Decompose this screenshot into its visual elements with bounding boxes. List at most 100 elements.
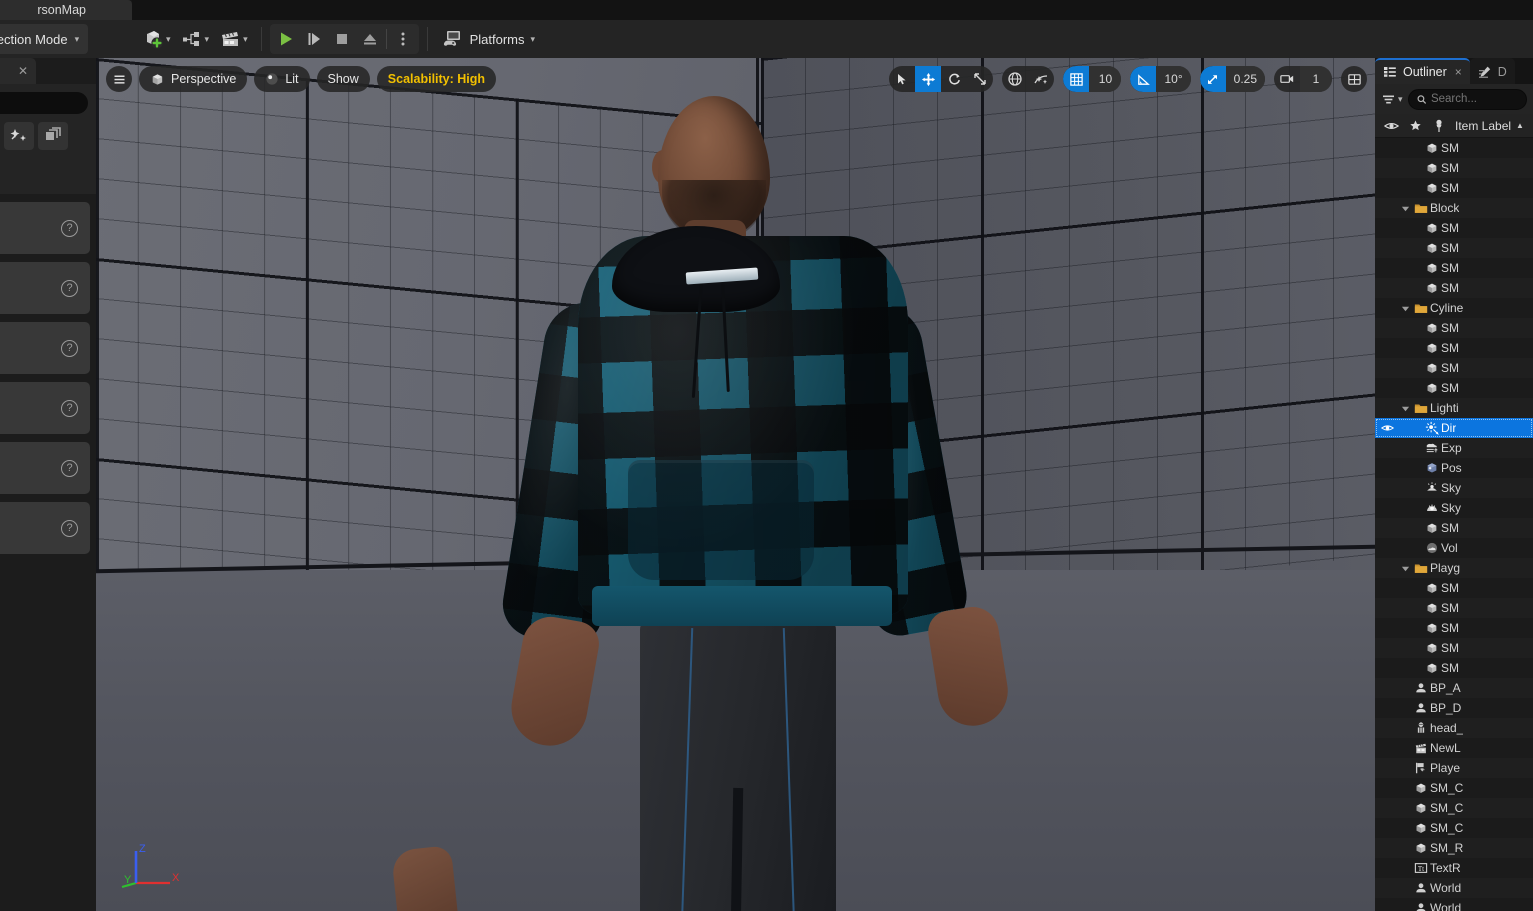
- column-item-label[interactable]: Item Label ▲: [1451, 119, 1533, 133]
- column-visibility[interactable]: [1379, 120, 1403, 132]
- list-item[interactable]: ?: [0, 262, 90, 314]
- outliner-row[interactable]: SM: [1375, 518, 1533, 538]
- outliner-row[interactable]: SM: [1375, 258, 1533, 278]
- expand-arrow-icon[interactable]: [1399, 304, 1412, 313]
- outliner-row[interactable]: SM: [1375, 278, 1533, 298]
- search-input[interactable]: [1430, 93, 1518, 105]
- viewport-show-button[interactable]: Show: [316, 66, 370, 92]
- outliner-row[interactable]: head_: [1375, 718, 1533, 738]
- outliner-row[interactable]: Cyline: [1375, 298, 1533, 318]
- angle-snap-value[interactable]: 10°: [1156, 66, 1191, 92]
- outliner-row[interactable]: SM: [1375, 638, 1533, 658]
- category-lights[interactable]: [4, 122, 34, 150]
- scale-snap-value[interactable]: 0.25: [1225, 66, 1265, 92]
- selection-mode-dropdown[interactable]: Selection Mode ▾: [0, 24, 89, 54]
- world-coords-button[interactable]: [1002, 66, 1028, 92]
- play-button[interactable]: [272, 25, 300, 53]
- outliner-row[interactable]: SM_C: [1375, 818, 1533, 838]
- outliner-row-selected[interactable]: Dir: [1375, 418, 1533, 438]
- angle-snap-toggle[interactable]: [1130, 66, 1157, 92]
- list-item[interactable]: ?: [0, 322, 90, 374]
- outliner-row[interactable]: Vol: [1375, 538, 1533, 558]
- scale-snap-toggle[interactable]: [1199, 66, 1226, 92]
- outliner-row[interactable]: SM_C: [1375, 798, 1533, 818]
- outliner-row[interactable]: Playe: [1375, 758, 1533, 778]
- help-icon[interactable]: ?: [61, 279, 78, 297]
- outliner-row[interactable]: Tt TextR: [1375, 858, 1533, 878]
- help-icon[interactable]: ?: [61, 339, 78, 357]
- viewport-layout-button[interactable]: [1341, 66, 1367, 92]
- grid-snap-value[interactable]: 10: [1089, 66, 1122, 92]
- select-tool-button[interactable]: [889, 66, 915, 92]
- outliner-row[interactable]: SM: [1375, 378, 1533, 398]
- outliner-row[interactable]: Block: [1375, 198, 1533, 218]
- list-item[interactable]: e ?: [0, 442, 90, 494]
- category-volumes[interactable]: [38, 122, 68, 150]
- place-actors-search-input[interactable]: [0, 92, 88, 114]
- outliner-row[interactable]: Exp: [1375, 438, 1533, 458]
- viewport-scalability-button[interactable]: Scalability: High: [376, 66, 497, 92]
- skip-button[interactable]: [300, 25, 328, 53]
- viewport-viewmode-button[interactable]: Lit: [254, 66, 310, 92]
- outliner-row[interactable]: SM_R: [1375, 838, 1533, 858]
- blueprints-button[interactable]: ▾: [176, 24, 215, 54]
- outliner-row[interactable]: SM: [1375, 238, 1533, 258]
- outliner-row[interactable]: SM: [1375, 218, 1533, 238]
- stop-button[interactable]: [328, 25, 356, 53]
- outliner-row[interactable]: SM: [1375, 578, 1533, 598]
- column-pin[interactable]: [1427, 119, 1451, 133]
- outliner-row[interactable]: SM: [1375, 618, 1533, 638]
- outliner-row[interactable]: SM: [1375, 358, 1533, 378]
- tab-details[interactable]: D: [1469, 58, 1515, 84]
- grid-snap-toggle[interactable]: [1063, 66, 1090, 92]
- close-icon[interactable]: ✕: [18, 64, 28, 78]
- viewport-menu-button[interactable]: [106, 66, 132, 92]
- outliner-row[interactable]: Sky: [1375, 498, 1533, 518]
- place-actors-tab[interactable]: ✕: [0, 58, 36, 84]
- eject-button[interactable]: [356, 25, 384, 53]
- outliner-row[interactable]: World: [1375, 898, 1533, 911]
- outliner-row[interactable]: Lighti: [1375, 398, 1533, 418]
- outliner-row[interactable]: SM: [1375, 318, 1533, 338]
- outliner-search-box[interactable]: [1407, 88, 1527, 110]
- platforms-dropdown[interactable]: Platforms ▾: [436, 24, 541, 54]
- list-item[interactable]: ?: [0, 202, 90, 254]
- close-icon[interactable]: ×: [1455, 65, 1462, 79]
- add-actor-button[interactable]: ▾: [137, 24, 176, 54]
- column-favorite[interactable]: [1403, 119, 1427, 132]
- play-options-button[interactable]: [389, 25, 417, 53]
- outliner-row[interactable]: BP_D: [1375, 698, 1533, 718]
- outliner-filter-button[interactable]: ▾: [1381, 92, 1403, 107]
- viewport-perspective-button[interactable]: Perspective: [139, 66, 248, 92]
- outliner-row[interactable]: SM: [1375, 178, 1533, 198]
- outliner-row[interactable]: BP_A: [1375, 678, 1533, 698]
- outliner-row[interactable]: NewL: [1375, 738, 1533, 758]
- outliner-row[interactable]: SM_C: [1375, 778, 1533, 798]
- help-icon[interactable]: ?: [61, 399, 78, 417]
- outliner-row[interactable]: World: [1375, 878, 1533, 898]
- outliner-row[interactable]: Sky: [1375, 478, 1533, 498]
- help-icon[interactable]: ?: [61, 459, 78, 477]
- help-icon[interactable]: ?: [61, 219, 78, 237]
- cinematics-button[interactable]: ▾: [214, 24, 253, 54]
- outliner-row[interactable]: SM: [1375, 158, 1533, 178]
- outliner-row[interactable]: Pos: [1375, 458, 1533, 478]
- outliner-row[interactable]: Playg: [1375, 558, 1533, 578]
- camera-speed-value[interactable]: 1: [1300, 66, 1332, 92]
- camera-speed-button[interactable]: [1274, 66, 1300, 92]
- outliner-tree[interactable]: SM SM SM Block SM SM SM SM Cyline SM SM SM SM Lighti D…: [1375, 138, 1533, 911]
- surface-snap-button[interactable]: [1028, 66, 1054, 92]
- expand-arrow-icon[interactable]: [1399, 564, 1412, 573]
- outliner-row[interactable]: SM: [1375, 658, 1533, 678]
- level-tab-thirdpersonmap[interactable]: rsonMap: [0, 0, 132, 20]
- expand-arrow-icon[interactable]: [1399, 204, 1412, 213]
- outliner-row[interactable]: SM: [1375, 598, 1533, 618]
- expand-arrow-icon[interactable]: [1399, 404, 1412, 413]
- tab-outliner[interactable]: Outliner ×: [1375, 58, 1470, 84]
- list-item[interactable]: t ?: [0, 382, 90, 434]
- help-icon[interactable]: ?: [61, 519, 78, 537]
- row-visibility-toggle[interactable]: [1375, 423, 1399, 433]
- outliner-row[interactable]: SM: [1375, 138, 1533, 158]
- rotate-tool-button[interactable]: [941, 66, 967, 92]
- list-item[interactable]: ere ?: [0, 502, 90, 554]
